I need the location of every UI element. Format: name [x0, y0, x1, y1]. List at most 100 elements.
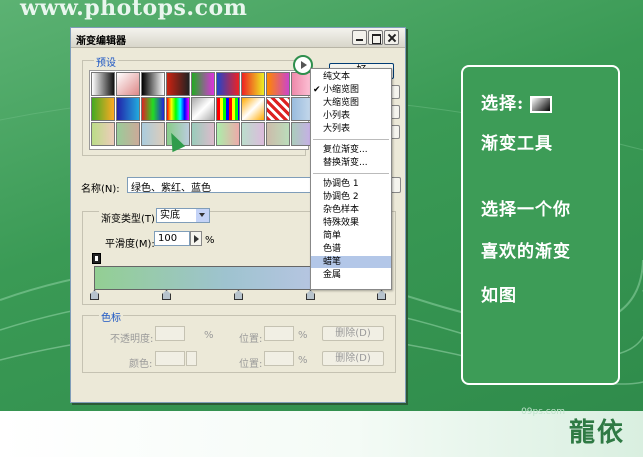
- menu-item[interactable]: 复位渐变...: [311, 144, 391, 156]
- menu-item[interactable]: ✔ 小缩览图: [311, 84, 391, 96]
- preset-swatch[interactable]: [166, 97, 190, 121]
- menu-item-label: 色谱: [323, 244, 342, 254]
- close-button[interactable]: [384, 30, 399, 45]
- menu-item[interactable]: 特殊效果: [311, 217, 391, 229]
- checkmark-icon: ✔: [313, 85, 321, 95]
- menu-item-label: 大缩览图: [323, 98, 360, 108]
- delete-color-stop-button[interactable]: 删除(D): [322, 351, 384, 366]
- site-url: www.photops.com: [20, 0, 248, 21]
- menu-item[interactable]: 纯文本: [311, 71, 391, 83]
- preset-swatch[interactable]: [91, 122, 115, 146]
- menu-item[interactable]: 金属: [311, 269, 391, 281]
- preset-swatch[interactable]: [241, 97, 265, 121]
- percent-label: %: [205, 235, 215, 246]
- menu-item-label: 小缩览图: [323, 85, 360, 95]
- chevron-right-icon[interactable]: [186, 351, 197, 366]
- name-label: 名称(N):: [81, 184, 120, 195]
- menu-item-label: 简单: [323, 231, 342, 241]
- instruction-line-5: 如图: [481, 286, 517, 306]
- menu-item[interactable]: 杂色样本: [311, 204, 391, 216]
- preset-swatch[interactable]: [266, 97, 290, 121]
- menu-item[interactable]: 协调色 1: [311, 178, 391, 190]
- gradient-type-label: 渐变类型(T):: [99, 210, 161, 225]
- menu-item[interactable]: 小列表: [311, 110, 391, 122]
- name-field[interactable]: 绿色、紫红、蓝色: [127, 177, 313, 194]
- preset-swatch[interactable]: [266, 122, 290, 146]
- preset-swatch[interactable]: [91, 72, 115, 96]
- location-label: 位置:: [239, 334, 263, 345]
- preset-context-menu: 纯文本 ✔ 小缩览图 大缩览图 小列表 大列表 复位渐变... 替换渐变... 协调色 1 协调色…: [310, 68, 392, 290]
- menu-item-label: 小列表: [323, 111, 351, 121]
- opacity-label: 不透明度:: [110, 334, 154, 345]
- preset-swatch[interactable]: [191, 97, 215, 121]
- stops-label: 色标: [99, 309, 123, 324]
- menu-separator: [313, 139, 389, 140]
- preset-swatch[interactable]: [266, 72, 290, 96]
- dialog-title: 渐变编辑器: [76, 36, 126, 47]
- smoothness-input[interactable]: 100: [154, 231, 190, 246]
- preset-swatch[interactable]: [241, 122, 265, 146]
- location-input[interactable]: [264, 326, 294, 341]
- percent-label: %: [298, 330, 308, 341]
- preset-swatch[interactable]: [191, 122, 215, 146]
- menu-item-label: 杂色样本: [323, 205, 360, 215]
- menu-item[interactable]: 替换渐变...: [311, 157, 391, 169]
- instruction-line-3: 选择一个你: [481, 200, 571, 220]
- signature-logo: 龍依: [568, 418, 625, 448]
- instruction-line-2: 渐变工具: [481, 134, 553, 154]
- menu-item[interactable]: 大列表: [311, 123, 391, 135]
- preset-swatch[interactable]: [116, 97, 140, 121]
- preset-swatch[interactable]: [191, 72, 215, 96]
- preset-swatch-grid: [89, 70, 315, 150]
- menu-item-label: 金属: [323, 270, 342, 280]
- menu-item[interactable]: 大缩览图: [311, 97, 391, 109]
- menu-item-label: 复位渐变...: [323, 145, 368, 155]
- smoothness-slider-button[interactable]: [190, 231, 202, 246]
- percent-label: %: [204, 330, 214, 341]
- preset-swatch[interactable]: [216, 72, 240, 96]
- menu-item-label: 协调色 1: [323, 179, 359, 189]
- location-input[interactable]: [264, 351, 294, 366]
- delete-opacity-stop-button[interactable]: 删除(D): [322, 326, 384, 341]
- menu-item-label: 纯文本: [323, 72, 351, 82]
- bottom-band: [0, 411, 643, 457]
- preset-swatch[interactable]: [241, 72, 265, 96]
- presets-label: 预设: [94, 54, 118, 69]
- preset-swatch[interactable]: [91, 97, 115, 121]
- watermark-text: 09ps.com: [521, 407, 565, 417]
- instruction-text: 选择:: [481, 94, 525, 114]
- maximize-button[interactable]: [368, 30, 383, 45]
- smoothness-label: 平滑度(M):: [105, 239, 155, 250]
- color-label: 颜色:: [129, 359, 153, 370]
- preset-swatch[interactable]: [116, 72, 140, 96]
- menu-separator: [313, 173, 389, 174]
- menu-item[interactable]: 协调色 2: [311, 191, 391, 203]
- menu-item-label: 特殊效果: [323, 218, 360, 228]
- preset-swatch[interactable]: [216, 97, 240, 121]
- title-bar: 渐变编辑器: [71, 28, 405, 48]
- location-label: 位置:: [239, 359, 263, 370]
- instruction-line-1: 选择:: [481, 89, 553, 114]
- menu-item[interactable]: 简单: [311, 230, 391, 242]
- instruction-panel: 选择: 渐变工具 选择一个你 喜欢的渐变 如图: [461, 65, 620, 385]
- minimize-button[interactable]: [352, 30, 367, 45]
- preset-swatch[interactable]: [116, 122, 140, 146]
- menu-item-label: 替换渐变...: [323, 158, 368, 168]
- gradient-tool-icon: [530, 96, 553, 113]
- preset-swatch[interactable]: [166, 72, 190, 96]
- preset-swatch[interactable]: [141, 72, 165, 96]
- opacity-input[interactable]: [155, 326, 185, 341]
- preset-swatch[interactable]: [141, 122, 165, 146]
- menu-item[interactable]: 蜡笔: [311, 256, 391, 268]
- percent-label: %: [298, 355, 308, 366]
- menu-item-label: 协调色 2: [323, 192, 359, 202]
- instruction-line-4: 喜欢的渐变: [481, 242, 571, 262]
- chevron-down-icon[interactable]: [199, 213, 205, 217]
- opacity-stop[interactable]: [92, 253, 101, 264]
- menu-item-label: 大列表: [323, 124, 351, 134]
- menu-item[interactable]: 色谱: [311, 243, 391, 255]
- menu-item-label: 蜡笔: [323, 257, 342, 267]
- preset-swatch[interactable]: [141, 97, 165, 121]
- color-swatch[interactable]: [155, 351, 185, 366]
- preset-swatch[interactable]: [216, 122, 240, 146]
